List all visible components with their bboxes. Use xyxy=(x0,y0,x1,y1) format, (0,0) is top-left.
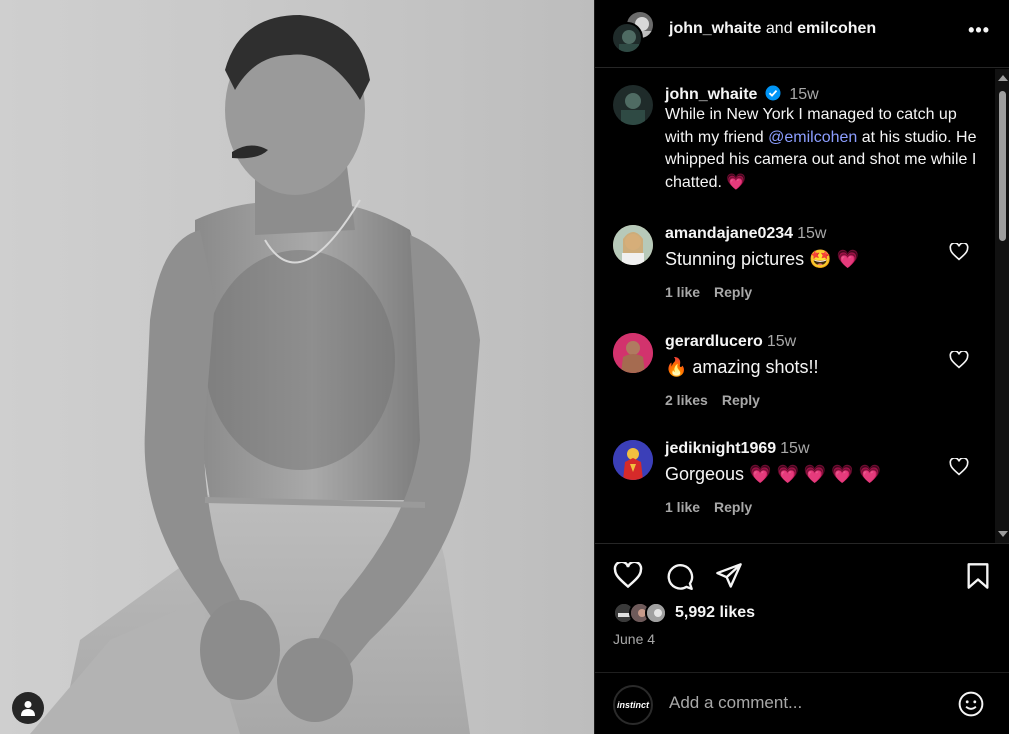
heart-icon[interactable] xyxy=(949,458,969,476)
caption-emoji: 💗 xyxy=(726,173,747,191)
comment-text: Stunning pictures 🤩 💗 xyxy=(665,249,859,269)
likes-row: 5,992 likes xyxy=(613,602,755,624)
header-user-link[interactable]: emilcohen xyxy=(797,20,876,37)
caption-username[interactable]: john_whaite xyxy=(665,86,757,103)
avatar[interactable] xyxy=(613,225,653,265)
comments-scrollbar[interactable] xyxy=(995,69,1009,543)
comment-likes[interactable]: 2 likes xyxy=(665,392,708,408)
comment-item: jediknight1969 15w Gorgeous 💗 💗 💗 💗 💗 1 l… xyxy=(613,440,993,520)
avatar-john-whaite xyxy=(619,30,639,52)
avatar-john-whaite xyxy=(621,93,645,125)
more-icon[interactable]: ••• xyxy=(968,20,990,41)
comment-item: gerardlucero 15w 🔥 amazing shots!! 2 like… xyxy=(613,333,993,413)
header-user-link[interactable]: john_whaite xyxy=(669,20,761,37)
verified-icon xyxy=(765,85,781,101)
scroll-thumb[interactable] xyxy=(999,91,1006,241)
reply-button[interactable]: Reply xyxy=(714,499,752,515)
avatar xyxy=(645,602,667,624)
reply-button[interactable]: Reply xyxy=(714,284,752,300)
avatar[interactable] xyxy=(613,85,653,125)
scroll-up-icon[interactable] xyxy=(998,75,1008,81)
comment-likes[interactable]: 1 like xyxy=(665,499,700,515)
comment-input[interactable] xyxy=(669,693,939,713)
caption-time: 15w xyxy=(789,86,819,103)
scroll-down-icon[interactable] xyxy=(998,531,1008,537)
comment-item: amandajane0234 15w Stunning pictures 🤩 💗 … xyxy=(613,225,993,305)
comment-text: Gorgeous 💗 💗 💗 💗 💗 xyxy=(665,464,882,484)
post-header: john_whaite and emilcohen ••• xyxy=(595,0,1009,68)
avatar xyxy=(611,22,643,54)
share-icon[interactable] xyxy=(715,562,743,590)
photo-image xyxy=(30,15,480,734)
comment-username[interactable]: gerardlucero xyxy=(665,333,763,350)
likes-count[interactable]: 5,992 likes xyxy=(675,604,755,622)
avatar[interactable] xyxy=(613,440,653,480)
comment-text: 🔥 amazing shots!! xyxy=(665,357,819,377)
liker-avatar xyxy=(647,604,665,622)
header-joiner: and xyxy=(765,20,793,37)
user-tag-icon xyxy=(21,701,35,716)
bookmark-icon[interactable] xyxy=(965,562,991,590)
brand-avatar-label: instinct xyxy=(616,700,649,710)
mention-link[interactable]: @emilcohen xyxy=(768,129,857,146)
reply-button[interactable]: Reply xyxy=(722,392,760,408)
comment-username[interactable]: amandajane0234 xyxy=(665,225,793,242)
comment-composer: instinct xyxy=(595,672,1009,734)
comment-username[interactable]: jediknight1969 xyxy=(665,440,776,457)
collab-avatars[interactable] xyxy=(611,10,659,54)
comment-icon[interactable] xyxy=(665,562,695,590)
post-sidebar: john_whaite and emilcohen ••• john_whait… xyxy=(594,0,1009,734)
caption-text: While in New York I managed to catch up … xyxy=(665,104,985,194)
heart-icon[interactable] xyxy=(949,243,969,261)
heart-icon[interactable] xyxy=(949,351,969,369)
comment-time: 15w xyxy=(780,440,810,457)
emoji-icon[interactable] xyxy=(958,691,984,717)
heart-icon[interactable] xyxy=(613,562,643,589)
avatar[interactable]: instinct xyxy=(613,685,653,725)
post-photo[interactable] xyxy=(0,0,594,734)
user-tag-button[interactable] xyxy=(12,692,44,724)
avatar[interactable] xyxy=(613,333,653,373)
comment-time: 15w xyxy=(766,333,797,350)
avatar-gerardlucero xyxy=(613,333,653,373)
post-actions: 5,992 likes June 4 xyxy=(595,543,1009,671)
comment-likes[interactable]: 1 like xyxy=(665,284,700,300)
comments-list: john_whaite 15w While in New York I mana… xyxy=(595,69,995,543)
post-date: June 4 xyxy=(613,631,656,647)
header-title: john_whaite and emilcohen xyxy=(669,20,876,38)
avatar-amandajane0234 xyxy=(613,225,653,265)
comment-time: 15w xyxy=(797,225,827,242)
avatar-jediknight1969 xyxy=(613,440,653,480)
